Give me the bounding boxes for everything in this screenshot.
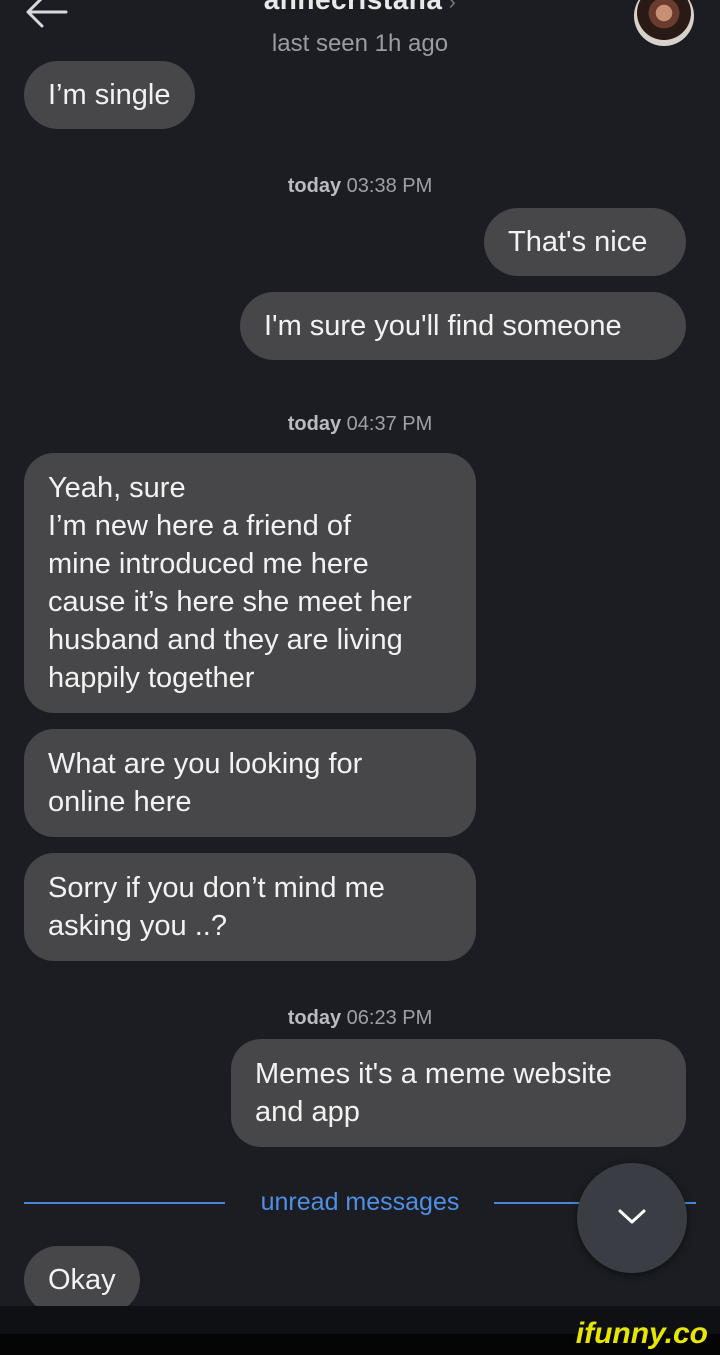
timestamp-divider: today 04:37 PM xyxy=(0,413,720,436)
message-text: I’m single xyxy=(48,79,171,111)
timestamp-divider: today 03:38 PM xyxy=(0,175,720,198)
message-line: Sorry if you don’t mind me xyxy=(48,872,385,904)
chevron-right-icon: › xyxy=(448,0,457,14)
chat-header: annecristana › last seen 1h ago xyxy=(0,0,720,60)
message-line: mine introduced me here xyxy=(48,548,369,580)
message-bubble-incoming[interactable]: I’m single xyxy=(24,61,195,129)
contact-name-button[interactable]: annecristana › xyxy=(0,0,720,16)
message-line: I’m new here a friend of xyxy=(48,510,352,542)
timestamp-time: 03:38 PM xyxy=(346,175,433,197)
message-line: and app xyxy=(255,1096,360,1128)
message-line: cause it’s here she meet her xyxy=(48,586,412,618)
message-line: asking you ..? xyxy=(48,910,227,942)
timestamp-day: today xyxy=(287,1007,342,1029)
timestamp-time: 04:37 PM xyxy=(346,413,433,435)
message-line: happily together xyxy=(48,662,255,694)
message-bubble-incoming[interactable]: Sorry if you don’t mind me asking you ..… xyxy=(24,853,476,961)
message-line: husband and they are living xyxy=(48,624,403,656)
timestamp-day: today xyxy=(287,175,342,197)
message-bubble-outgoing[interactable]: That's nice xyxy=(484,208,686,276)
timestamp-divider: today 06:23 PM xyxy=(0,1007,720,1030)
message-line: What are you looking for xyxy=(48,748,363,780)
last-seen-status: last seen 1h ago xyxy=(271,30,449,57)
timestamp-day: today xyxy=(287,413,342,435)
message-text: That's nice xyxy=(508,226,648,258)
message-text: Okay xyxy=(48,1264,116,1296)
message-bubble-incoming[interactable]: What are you looking for online here xyxy=(24,729,476,837)
ifunny-watermark: ifunny.co xyxy=(575,1317,708,1350)
contact-name: annecristana xyxy=(264,0,443,15)
scroll-to-bottom-button[interactable] xyxy=(577,1163,687,1273)
message-text: I'm sure you'll find someone xyxy=(264,310,622,342)
message-line: Yeah, sure xyxy=(48,472,186,504)
chevron-down-icon xyxy=(618,1209,646,1224)
message-bubble-outgoing[interactable]: Memes it's a meme website and app xyxy=(231,1039,686,1147)
timestamp-time: 06:23 PM xyxy=(346,1007,433,1029)
message-line: Memes it's a meme website xyxy=(255,1058,612,1090)
message-bubble-incoming[interactable]: Yeah, sure I’m new here a friend of mine… xyxy=(24,453,476,713)
message-bubble-incoming[interactable]: Okay xyxy=(24,1246,140,1314)
message-line: online here xyxy=(48,786,192,818)
message-bubble-outgoing[interactable]: I'm sure you'll find someone xyxy=(240,292,686,360)
